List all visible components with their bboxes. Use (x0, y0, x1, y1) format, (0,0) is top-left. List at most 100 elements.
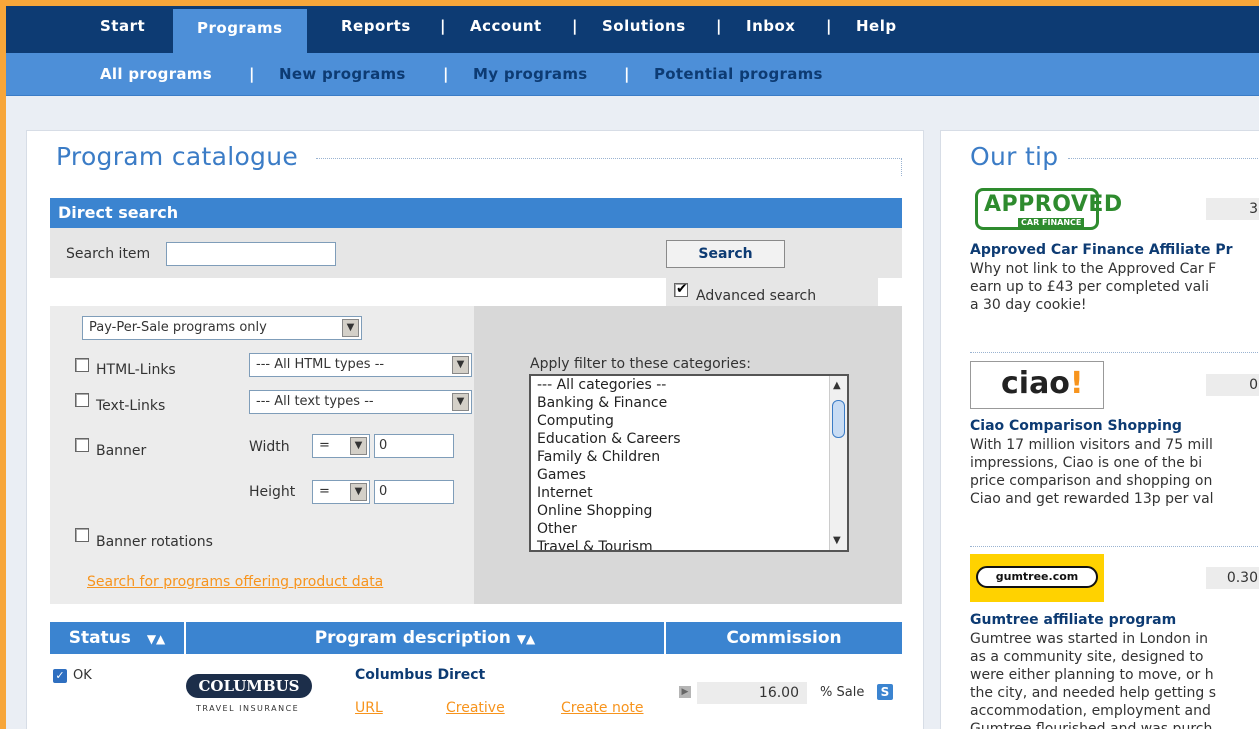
program-type-select[interactable]: Pay-Per-Sale programs only ▼ (82, 316, 362, 340)
tip-line: Why not link to the Approved Car F (970, 261, 1217, 277)
description-column-header[interactable]: Program description ▼▲ (186, 622, 664, 654)
tip-title-underline (1068, 158, 1259, 159)
advanced-search-checkbox[interactable]: ✔ (674, 281, 688, 297)
chevron-down-icon: ▼ (350, 483, 367, 501)
nav-reports[interactable]: Reports (341, 6, 411, 53)
program-type-value: Pay-Per-Sale programs only (89, 320, 267, 335)
tip-line: impressions, Ciao is one of the bi (970, 455, 1203, 471)
gumtree-logo[interactable]: gumtree.com (970, 554, 1104, 602)
nav-start[interactable]: Start (100, 6, 145, 53)
tip-program-link[interactable]: Gumtree affiliate program (970, 612, 1176, 628)
creative-link[interactable]: Creative (446, 700, 505, 716)
ciao-logo[interactable]: ciao! (970, 361, 1104, 409)
category-option[interactable]: Banking & Finance (531, 394, 847, 412)
sort-icon[interactable]: ▼▲ (517, 632, 535, 646)
search-button[interactable]: Search (666, 240, 785, 268)
categories-listbox[interactable]: --- All categories -- Banking & Finance … (529, 374, 849, 552)
sort-icon[interactable]: ▼▲ (147, 632, 165, 646)
nav-account[interactable]: Account (470, 6, 542, 53)
subnav-separator: | (624, 65, 630, 83)
category-option[interactable]: Education & Careers (531, 430, 847, 448)
tip-line: Gumtree was started in London in (970, 631, 1209, 647)
scroll-up-icon[interactable]: ▲ (833, 380, 841, 391)
check-icon: ✔ (676, 281, 688, 297)
nav-separator: | (572, 17, 578, 35)
category-option[interactable]: Family & Children (531, 448, 847, 466)
sub-nav: All programs | New programs | My program… (6, 53, 1259, 96)
tip-line: a 30 day cookie! (970, 297, 1087, 313)
ciao-logo-word: ciao (1001, 366, 1070, 401)
height-operator-select[interactable]: = ▼ (312, 480, 370, 504)
text-links-label: Text-Links (96, 398, 166, 414)
category-option[interactable]: --- All categories -- (531, 376, 847, 394)
nav-programs[interactable]: Programs (173, 9, 307, 53)
tip-line: With 17 million visitors and 75 mill (970, 437, 1213, 453)
create-note-link[interactable]: Create note (561, 700, 644, 716)
search-input[interactable] (166, 242, 336, 266)
html-types-value: --- All HTML types -- (256, 357, 385, 372)
columbus-logo-text: COLUMBUS (186, 674, 312, 698)
tip-program-link[interactable]: Approved Car Finance Affiliate Pr (970, 242, 1233, 258)
nav-help[interactable]: Help (856, 6, 897, 53)
subnav-new-programs[interactable]: New programs (279, 53, 406, 95)
scroll-thumb[interactable] (832, 400, 845, 438)
text-types-select[interactable]: --- All text types -- ▼ (249, 390, 472, 414)
subnav-my-programs[interactable]: My programs (473, 53, 587, 95)
tip-description: Why not link to the Approved Car F earn … (970, 260, 1216, 314)
description-header-label: Program description (314, 628, 511, 648)
url-link[interactable]: URL (355, 700, 383, 716)
tip-line: the city, and needed help getting s (970, 685, 1216, 701)
title-underline (316, 158, 902, 159)
expand-icon[interactable]: ▶ (679, 686, 691, 698)
tip-line: as a community site, designed to (970, 649, 1204, 665)
approved-logo-sub: CAR FINANCE (1018, 218, 1085, 227)
commission-unit: % Sale (820, 685, 865, 700)
text-links-checkbox[interactable] (75, 393, 89, 407)
nav-separator: | (440, 17, 446, 35)
category-option[interactable]: Computing (531, 412, 847, 430)
category-option[interactable]: Internet (531, 484, 847, 502)
width-input[interactable]: 0 (374, 434, 454, 458)
html-links-label: HTML-Links (96, 362, 176, 378)
subnav-all-programs[interactable]: All programs (100, 53, 212, 95)
product-data-link[interactable]: Search for programs offering product dat… (87, 574, 383, 590)
banner-label: Banner (96, 443, 147, 459)
tip-description: With 17 million visitors and 75 mill imp… (970, 436, 1214, 508)
height-input[interactable]: 0 (374, 480, 454, 504)
tip-program-link[interactable]: Ciao Comparison Shopping (970, 418, 1182, 434)
banner-checkbox[interactable] (75, 438, 89, 452)
tip-line: Gumtree flourished and was purch (970, 721, 1213, 729)
banner-rotations-checkbox[interactable] (75, 528, 89, 542)
nav-inbox[interactable]: Inbox (746, 6, 795, 53)
width-operator-select[interactable]: = ▼ (312, 434, 370, 458)
category-option[interactable]: Online Shopping (531, 502, 847, 520)
category-option[interactable]: Games (531, 466, 847, 484)
categories-label: Apply filter to these categories: (530, 356, 751, 372)
status-badge: OK (73, 668, 92, 683)
html-types-select[interactable]: --- All HTML types -- ▼ (249, 353, 472, 377)
tip-line: earn up to £43 per completed vali (970, 279, 1209, 295)
scroll-down-icon[interactable]: ▼ (833, 535, 841, 546)
banner-rotations-label: Banner rotations (96, 534, 213, 550)
subnav-potential-programs[interactable]: Potential programs (654, 53, 823, 95)
text-types-value: --- All text types -- (256, 394, 374, 409)
tip-value: 0.30 (1206, 567, 1259, 589)
program-name-link[interactable]: Columbus Direct (355, 667, 485, 683)
nav-solutions[interactable]: Solutions (602, 6, 686, 53)
tip-title: Our tip (970, 142, 1059, 171)
columbus-logo-sub: TRAVEL INSURANCE (196, 704, 300, 713)
html-links-checkbox[interactable] (75, 358, 89, 372)
status-column-header[interactable]: Status ▼▲ (50, 622, 184, 654)
tip-line: accommodation, employment and (970, 703, 1211, 719)
commission-value: 16.00 (697, 682, 807, 704)
commission-column-header: Commission (666, 622, 902, 654)
tip-value: 3 (1206, 198, 1259, 220)
approved-car-finance-logo[interactable]: APPROVED CAR FINANCE (975, 188, 1122, 230)
tip-line: Ciao and get rewarded 13p per val (970, 491, 1214, 507)
tip-divider (970, 546, 1259, 547)
categories-scrollbar[interactable]: ▲ ▼ (829, 376, 847, 550)
chevron-down-icon: ▼ (342, 319, 359, 337)
category-option[interactable]: Other (531, 520, 847, 538)
category-option[interactable]: Travel & Tourism (531, 538, 847, 550)
nav-separator: | (826, 17, 832, 35)
